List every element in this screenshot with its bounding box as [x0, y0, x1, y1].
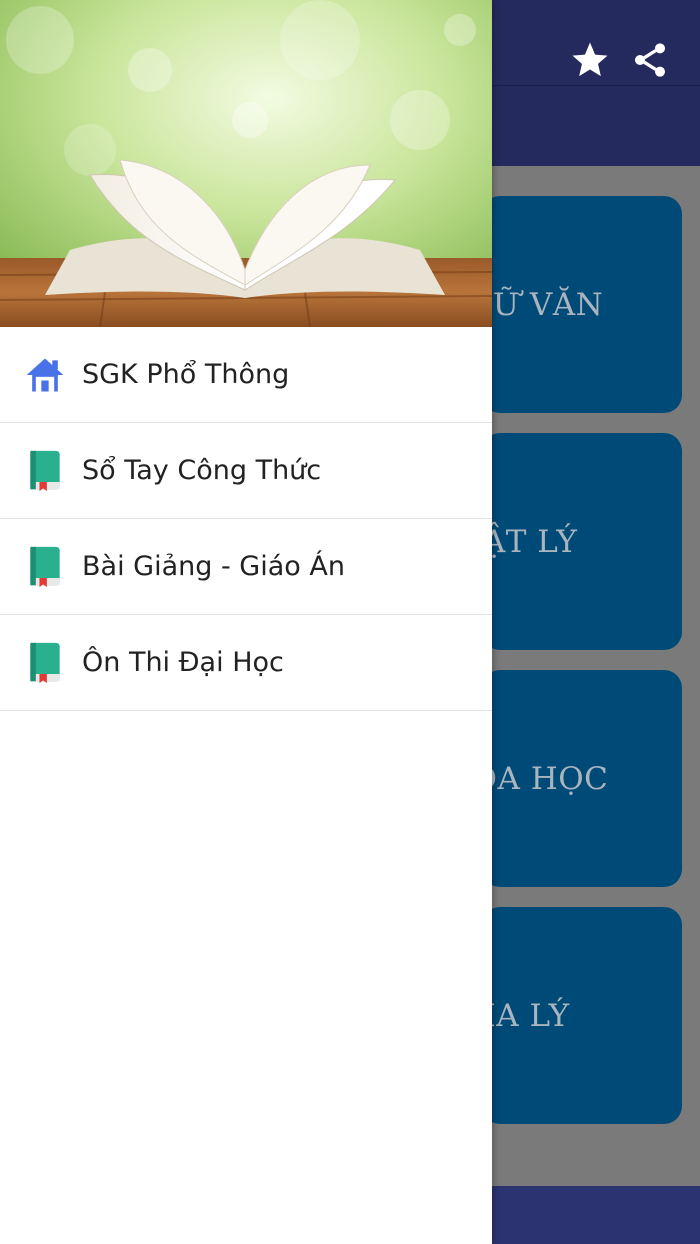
drawer-menu: SGK Phổ Thông Sổ Tay Công Thức Bài Giảng…	[0, 327, 492, 711]
subject-card-ngu-van[interactable]: NGỮ VĂN	[440, 196, 682, 413]
home-icon	[22, 352, 68, 398]
menu-item-label: Ôn Thi Đại Học	[82, 647, 284, 678]
menu-item-so-tay-cong-thuc[interactable]: Sổ Tay Công Thức	[0, 423, 492, 519]
star-icon[interactable]	[568, 38, 612, 82]
menu-item-label: Sổ Tay Công Thức	[82, 455, 322, 486]
subject-card-dia-ly[interactable]: ĐỊA LÝ	[458, 907, 682, 1124]
menu-item-bai-giang-giao-an[interactable]: Bài Giảng - Giáo Án	[0, 519, 492, 615]
share-icon[interactable]	[628, 38, 672, 82]
subject-card-hoa-hoc[interactable]: HÓA HỌC	[444, 670, 682, 887]
navigation-drawer: SGK Phổ Thông Sổ Tay Công Thức Bài Giảng…	[0, 0, 492, 1244]
book-icon	[22, 640, 68, 686]
subject-card-vat-ly[interactable]: VẬT LÝ	[460, 433, 682, 650]
menu-item-label: SGK Phổ Thông	[82, 359, 290, 390]
book-icon	[22, 544, 68, 590]
drawer-header-image	[0, 0, 492, 327]
menu-item-sgk-pho-thong[interactable]: SGK Phổ Thông	[0, 327, 492, 423]
menu-item-on-thi-dai-hoc[interactable]: Ôn Thi Đại Học	[0, 615, 492, 711]
menu-item-label: Bài Giảng - Giáo Án	[82, 551, 345, 582]
book-icon	[22, 448, 68, 494]
